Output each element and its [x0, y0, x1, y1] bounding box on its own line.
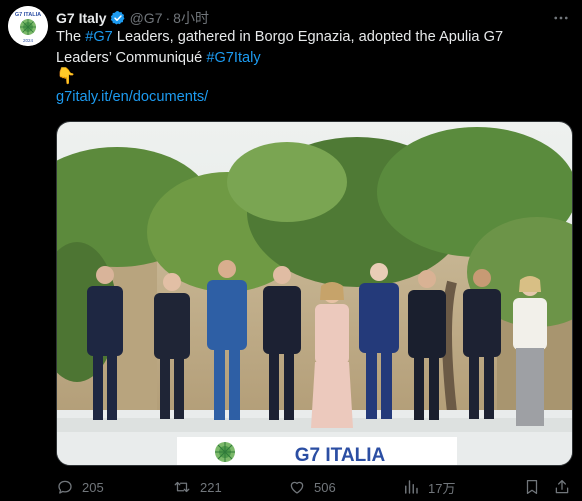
views-count: 17万: [428, 480, 456, 496]
pointing-down-emoji: 👇: [56, 68, 76, 85]
reply-button[interactable]: 205: [56, 476, 104, 498]
tweet-link[interactable]: g7italy.it/en/documents/: [56, 89, 208, 105]
reply-icon: [56, 478, 74, 496]
verified-badge-icon[interactable]: [110, 10, 126, 26]
text-part: Leaders, gathered in Borgo Egnazia, adop…: [56, 29, 508, 66]
like-button[interactable]: 506: [288, 476, 336, 498]
leaders-group-photo: G7 ITALIA: [57, 122, 572, 466]
hashtag-g7[interactable]: #G7: [85, 29, 113, 45]
views-button[interactable]: 17万: [402, 476, 455, 498]
user-handle[interactable]: @G7: [130, 10, 163, 26]
retweet-count: 221: [200, 479, 222, 495]
like-count: 506: [314, 479, 336, 495]
avatar[interactable]: G7 ITALIA 2024: [8, 6, 48, 46]
avatar-bottom-text: 2024: [23, 38, 34, 43]
banner-text: G7 ITALIA: [295, 445, 386, 466]
leader-figure: [513, 276, 547, 426]
more-icon[interactable]: [550, 8, 572, 28]
reply-count: 205: [82, 479, 104, 495]
separator-dot: ·: [165, 10, 171, 26]
tweet-text: The #G7 Leaders, gathered in Borgo Egnaz…: [56, 27, 556, 69]
g7-italia-logo: G7 ITALIA 2024: [8, 6, 48, 46]
views-icon: [402, 478, 420, 496]
avatar-top-text: G7 ITALIA: [15, 12, 41, 18]
action-bar: 205 221 506 17万: [56, 476, 572, 498]
bookmark-icon: [523, 478, 541, 496]
share-button[interactable]: [553, 476, 571, 498]
tweet-header: G7 Italy @G7 · 8小时: [56, 8, 572, 28]
timestamp[interactable]: 8小时: [173, 8, 209, 28]
tweet-photo[interactable]: G7 ITALIA: [56, 121, 573, 466]
display-name[interactable]: G7 Italy: [56, 10, 107, 26]
hashtag-g7italy[interactable]: #G7Italy: [206, 50, 260, 66]
like-icon: [288, 478, 306, 496]
bookmark-button[interactable]: [523, 476, 541, 498]
retweet-button[interactable]: 221: [172, 476, 222, 498]
retweet-icon: [172, 478, 192, 496]
text-part: The: [56, 29, 86, 45]
share-icon: [553, 478, 571, 496]
